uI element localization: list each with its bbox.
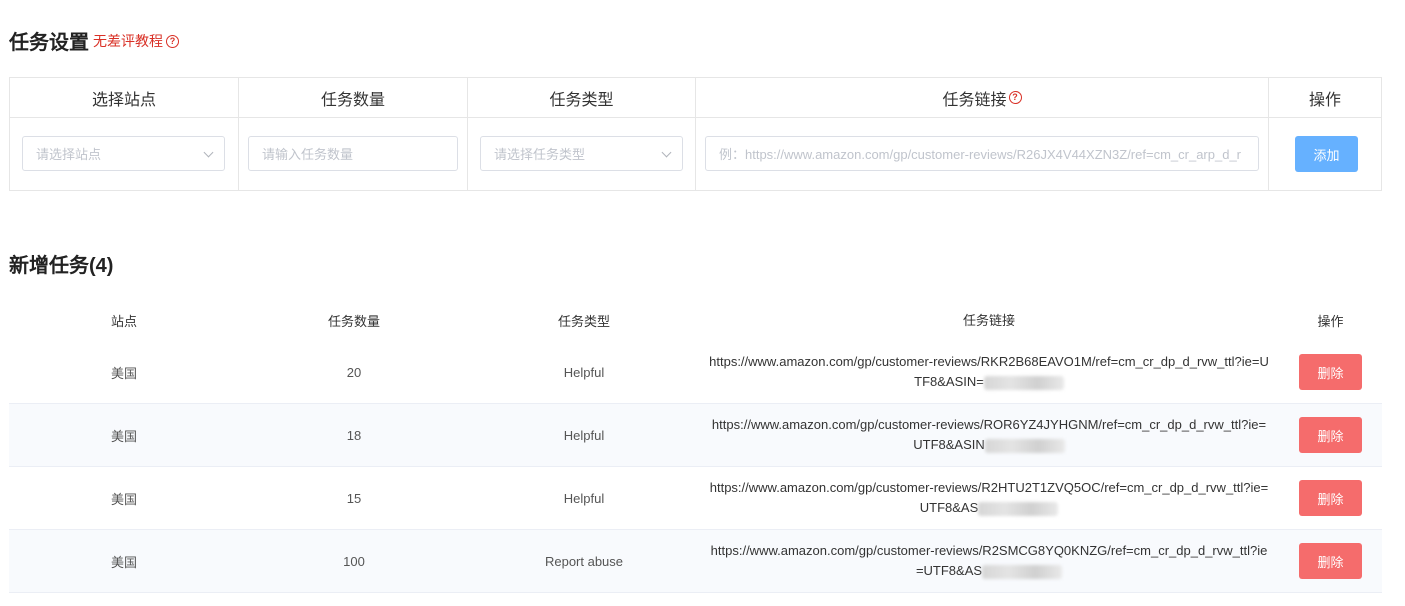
redacted-asin [978, 501, 1059, 516]
table-row: 美国 20 Helpful https://www.amazon.com/gp/… [9, 341, 1382, 404]
tasks-table: 站点 任务数量 任务类型 任务链接 操作 美国 20 Helpful https… [9, 300, 1382, 593]
delete-button[interactable]: 删除 [1299, 354, 1362, 390]
link-input[interactable]: 例：https://www.amazon.com/gp/customer-rev… [705, 136, 1259, 171]
type-cell: Helpful [563, 364, 605, 380]
site-header: 选择站点 [10, 78, 238, 118]
operation-column: 操作 [1269, 78, 1382, 190]
type-cell: Helpful [563, 427, 605, 443]
site-cell: 美国 [110, 365, 137, 381]
quantity-col-header: 任务数量 [327, 314, 380, 329]
site-cell: 美国 [110, 554, 137, 570]
add-button[interactable]: 添加 [1295, 136, 1358, 172]
task-settings-title: 任务设置 [9, 32, 89, 54]
site-cell: 美国 [110, 428, 137, 444]
link-cell: https://www.amazon.com/gp/customer-revie… [699, 541, 1279, 581]
chevron-down-icon [661, 147, 672, 158]
new-tasks-title: 新增任务(4) [9, 255, 114, 277]
type-column: 任务类型 [468, 78, 696, 190]
type-select-placeholder: 请选择任务类型 [494, 147, 586, 162]
type-cell: Helpful [563, 490, 605, 506]
link-header-label: 任务链接 [942, 91, 1007, 109]
table-row: 美国 15 Helpful https://www.amazon.com/gp/… [9, 467, 1382, 530]
task-settings-form: 选择站点 任务数量 任务类型 任务链接 ? 操作 请选择站点 请输入任务数量 请… [9, 77, 1382, 191]
site-select[interactable]: 请选择站点 [22, 136, 225, 171]
quantity-cell: 18 [346, 427, 362, 443]
operation-cell: 删除 [1279, 417, 1382, 453]
operation-cell: 删除 [1279, 354, 1382, 390]
operation-header: 操作 [1269, 78, 1381, 118]
table-header: 站点 任务数量 任务类型 任务链接 操作 [9, 300, 1382, 341]
table-row: 美国 18 Helpful https://www.amazon.com/gp/… [9, 404, 1382, 467]
quantity-cell: 20 [346, 364, 362, 380]
redacted-asin [983, 375, 1064, 390]
tutorial-link[interactable]: 无差评教程 ? [93, 31, 179, 51]
site-col-header: 站点 [110, 314, 137, 329]
site-cell: 美国 [110, 491, 137, 507]
operation-cell: 删除 [1279, 480, 1382, 516]
operation-col-header: 操作 [1317, 314, 1344, 329]
operation-cell: 删除 [1279, 543, 1382, 579]
type-select[interactable]: 请选择任务类型 [480, 136, 683, 171]
link-cell: https://www.amazon.com/gp/customer-revie… [699, 478, 1279, 518]
delete-button[interactable]: 删除 [1299, 417, 1362, 453]
help-icon[interactable]: ? [1008, 91, 1022, 104]
link-input-placeholder: 例：https://www.amazon.com/gp/customer-rev… [719, 147, 1241, 162]
type-header: 任务类型 [468, 78, 695, 118]
link-col-header: 任务链接 [962, 312, 1015, 328]
delete-button[interactable]: 删除 [1299, 543, 1362, 579]
redacted-asin [984, 438, 1065, 453]
link-cell: https://www.amazon.com/gp/customer-revie… [699, 415, 1279, 455]
delete-button[interactable]: 删除 [1299, 480, 1362, 516]
redacted-asin [982, 564, 1063, 579]
link-header: 任务链接 ? [696, 78, 1268, 118]
link-column: 任务链接 ? [696, 78, 1269, 190]
type-cell: Report abuse [544, 553, 624, 569]
chevron-down-icon [203, 147, 214, 158]
type-col-header: 任务类型 [557, 314, 610, 329]
help-icon: ? [166, 34, 179, 48]
quantity-header: 任务数量 [239, 78, 467, 118]
table-row: 美国 100 Report abuse https://www.amazon.c… [9, 530, 1382, 593]
quantity-cell: 100 [343, 553, 365, 569]
quantity-cell: 15 [346, 490, 362, 506]
site-select-placeholder: 请选择站点 [36, 147, 102, 162]
quantity-column: 任务数量 [239, 78, 468, 190]
link-cell: https://www.amazon.com/gp/customer-revie… [699, 352, 1279, 392]
quantity-input[interactable]: 请输入任务数量 [248, 136, 458, 171]
tutorial-link-label: 无差评教程 [93, 33, 163, 49]
site-column: 选择站点 [10, 78, 239, 190]
quantity-input-placeholder: 请输入任务数量 [262, 147, 354, 162]
